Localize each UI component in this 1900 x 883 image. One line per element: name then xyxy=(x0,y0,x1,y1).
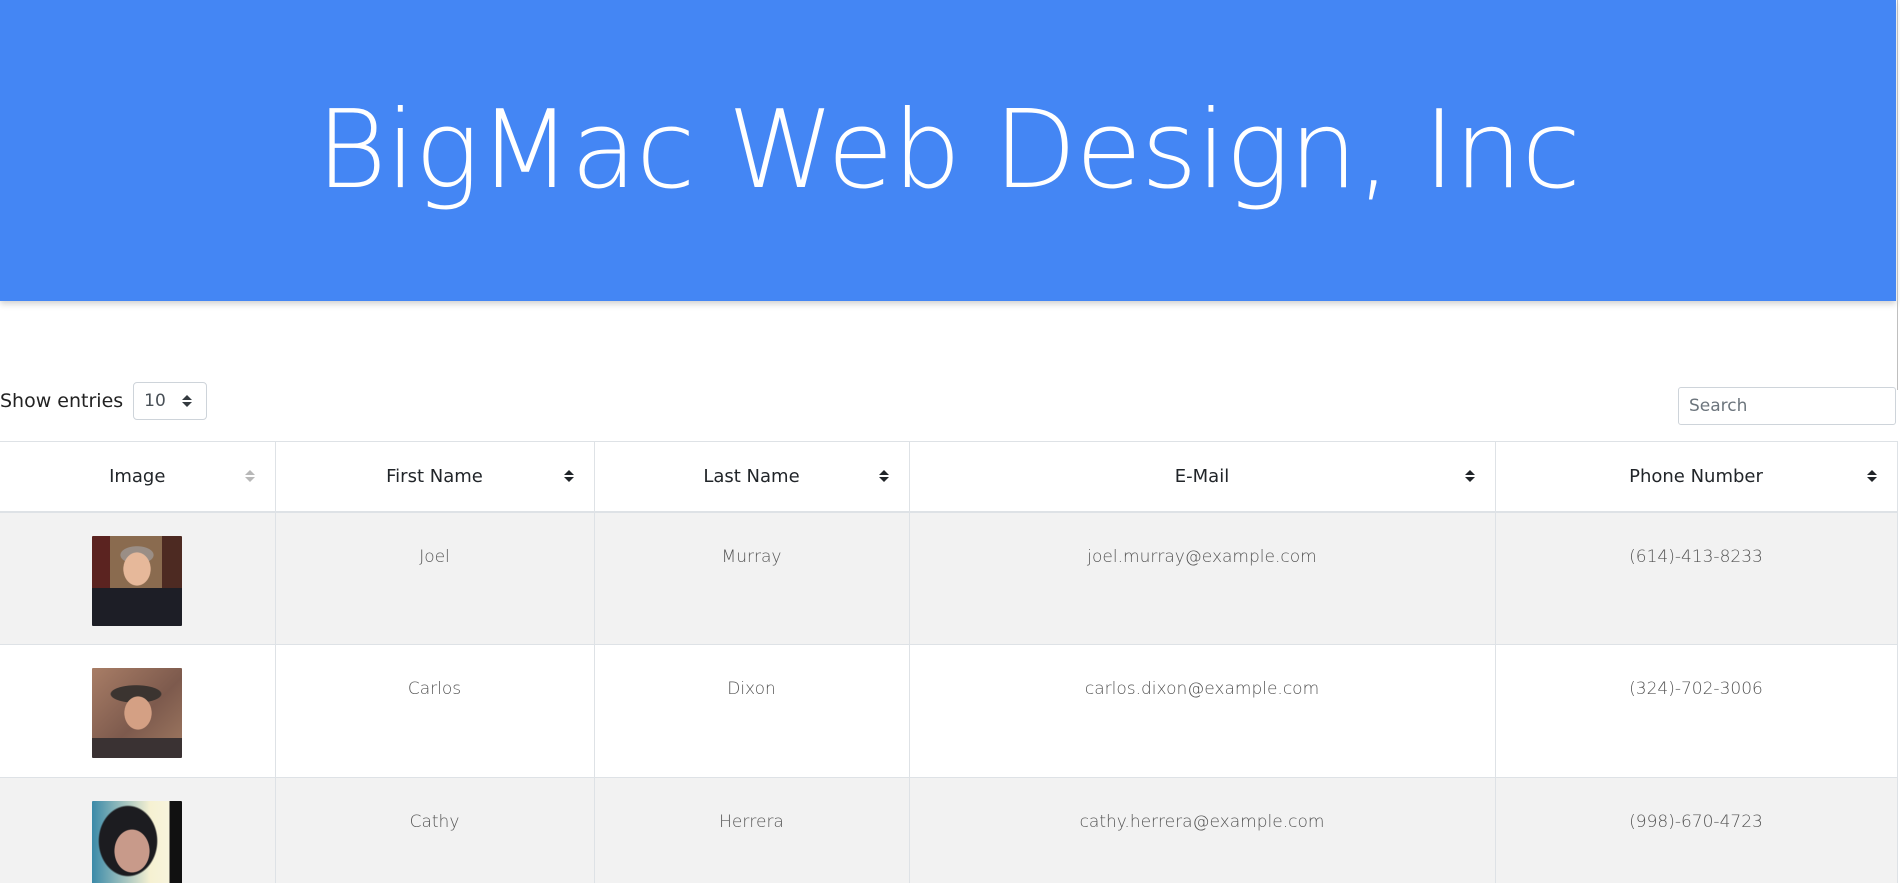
column-header-phone[interactable]: Phone Number xyxy=(1495,441,1898,513)
first-name: Joel xyxy=(419,546,450,567)
first-name-cell: Joel xyxy=(275,511,595,645)
column-header-last-name[interactable]: Last Name xyxy=(594,441,910,513)
email: cathy.herrera@example.com xyxy=(1079,812,1325,832)
phone-number: (324)-702-3006 xyxy=(1629,679,1763,699)
table-row: Cathy Herrera cathy.herrera@example.com … xyxy=(0,777,1898,883)
site-title: BigMac Web Design, Inc xyxy=(316,88,1581,213)
email: carlos.dixon@example.com xyxy=(1084,679,1320,699)
column-header-first-name[interactable]: First Name xyxy=(275,441,595,513)
table-row: Carlos Dixon carlos.dixon@example.com (3… xyxy=(0,644,1898,778)
column-header-label: Phone Number xyxy=(1629,465,1763,487)
phone-number: (998)-670-4723 xyxy=(1629,812,1763,832)
last-name: Herrera xyxy=(719,812,784,832)
select-updown-icon xyxy=(182,395,193,407)
email: joel.murray@example.com xyxy=(1087,546,1317,567)
phone-cell: (614)-413-8233 xyxy=(1495,511,1898,645)
column-header-label: Last Name xyxy=(703,465,800,487)
first-name: Cathy xyxy=(409,812,460,832)
email-cell: joel.murray@example.com xyxy=(909,511,1496,645)
first-name: Carlos xyxy=(407,679,462,699)
avatar xyxy=(92,535,182,626)
column-header-email[interactable]: E-Mail xyxy=(909,441,1496,513)
site-header: BigMac Web Design, Inc xyxy=(0,0,1896,301)
scrollbar-edge xyxy=(1897,0,1898,390)
first-name-cell: Carlos xyxy=(275,644,595,778)
table-row: Joel Murray joel.murray@example.com (614… xyxy=(0,511,1898,645)
sort-icon xyxy=(1866,470,1877,483)
entries-length-control: Show entries 10 xyxy=(0,382,208,420)
phone-number: (614)-413-8233 xyxy=(1629,546,1763,567)
column-header-image[interactable]: Image xyxy=(0,441,276,513)
last-name: Dixon xyxy=(727,679,776,699)
sort-icon xyxy=(563,470,574,483)
users-table: Image First Name Last Name E-Mail Phone … xyxy=(0,441,1898,883)
entries-length-value: 10 xyxy=(144,391,166,411)
last-name-cell: Dixon xyxy=(594,644,910,778)
phone-cell: (998)-670-4723 xyxy=(1495,777,1898,883)
column-header-label: First Name xyxy=(386,465,483,487)
last-name: Murray xyxy=(721,546,782,567)
image-cell xyxy=(0,644,276,778)
last-name-cell: Herrera xyxy=(594,777,910,883)
page: BigMac Web Design, Inc Show entries 10 I… xyxy=(0,0,1900,883)
email-cell: carlos.dixon@example.com xyxy=(909,644,1496,778)
sort-icon xyxy=(244,470,255,483)
table-header-row: Image First Name Last Name E-Mail Phone … xyxy=(0,441,1898,513)
phone-cell: (324)-702-3006 xyxy=(1495,644,1898,778)
last-name-cell: Murray xyxy=(594,511,910,645)
column-header-label: Image xyxy=(109,465,166,487)
image-cell xyxy=(0,777,276,883)
sort-icon xyxy=(1464,470,1475,483)
search-input[interactable] xyxy=(1678,387,1896,425)
entries-length-select[interactable]: 10 xyxy=(133,382,208,420)
column-header-label: E-Mail xyxy=(1174,465,1230,487)
avatar xyxy=(92,801,182,883)
image-cell xyxy=(0,511,276,645)
sort-icon xyxy=(878,470,889,483)
first-name-cell: Cathy xyxy=(275,777,595,883)
avatar xyxy=(92,668,182,758)
email-cell: cathy.herrera@example.com xyxy=(909,777,1496,883)
entries-length-label: Show entries xyxy=(0,390,124,412)
